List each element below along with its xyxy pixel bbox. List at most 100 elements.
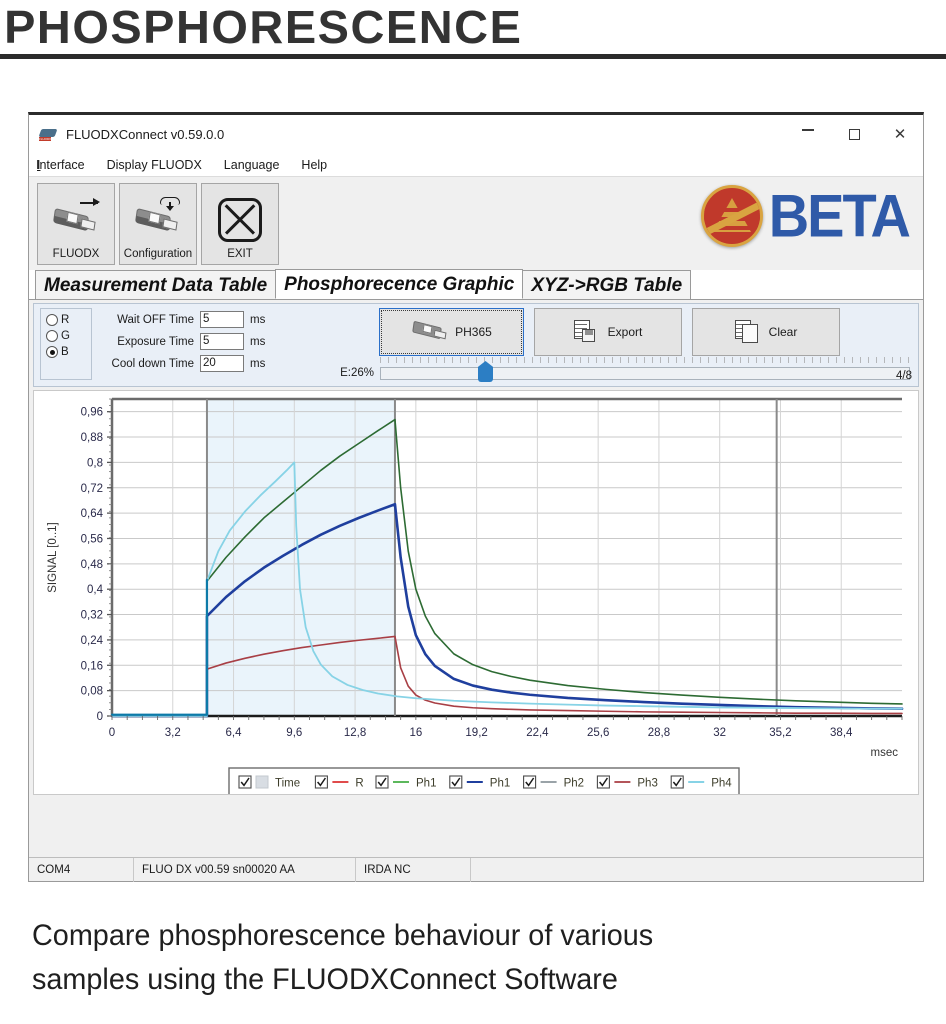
- exposure-percent-label: E:26%: [340, 367, 374, 379]
- svg-text:0: 0: [109, 727, 115, 739]
- window-title: FLUODXConnect v0.59.0.0: [66, 126, 225, 142]
- export-sheet-disk-icon: [573, 320, 600, 344]
- measurement-controls-panel: R G B Wait OFF Time 5 ms Exposure Time 5…: [33, 303, 919, 387]
- page-counter: 4/8: [896, 370, 912, 382]
- menu-item-display-fluodx[interactable]: Display FLUODX: [107, 158, 202, 172]
- minimize-icon[interactable]: [785, 115, 831, 153]
- menu-bar: IInterface Display FLUODX Language Help: [29, 153, 923, 176]
- beta-roundel-icon: [700, 185, 763, 247]
- timing-fields: Wait OFF Time 5 ms Exposure Time 5 ms Co…: [102, 308, 265, 377]
- radio-icon-selected: [46, 346, 58, 358]
- radio-icon: [46, 330, 58, 342]
- banner: PHOSPHORESCENCE: [0, 0, 946, 59]
- clear-button[interactable]: Clear: [692, 308, 840, 356]
- clear-sheet-icon: [734, 320, 761, 344]
- svg-text:Ph1: Ph1: [490, 778, 510, 790]
- channel-radio-group: R G B: [40, 308, 92, 380]
- svg-text:Ph3: Ph3: [637, 778, 657, 790]
- toolbar-button-fluodx[interactable]: FLUODX: [37, 183, 115, 265]
- figure-caption: Compare phosphorescence behaviour of var…: [32, 914, 886, 1003]
- chart-svg: 0 0,08 0,16 0,24 0,32 0,4 0,48 0,56 0,64 0,72 0,8 0…: [47, 397, 904, 794]
- field-unit: ms: [250, 313, 266, 326]
- status-cell-device: FLUO DX v00.59 sn00020 AA: [134, 857, 356, 882]
- svg-text:0,56: 0,56: [81, 533, 103, 545]
- svg-text:6,4: 6,4: [226, 727, 243, 739]
- svg-text:R: R: [355, 778, 363, 790]
- svg-text:0,32: 0,32: [81, 610, 103, 622]
- svg-text:0,96: 0,96: [81, 407, 103, 419]
- toolbar-button-label: EXIT: [227, 248, 253, 260]
- export-button-label: Export: [607, 325, 643, 339]
- radio-option-b[interactable]: B: [46, 346, 91, 358]
- tab-measurement-data-table[interactable]: Measurement Data Table: [35, 270, 277, 299]
- svg-text:0,88: 0,88: [81, 432, 103, 444]
- svg-text:Time: Time: [275, 778, 300, 790]
- cool-down-time-input[interactable]: 20: [200, 355, 244, 372]
- trackbar-thumb[interactable]: [478, 361, 493, 382]
- device-with-download-cloud-icon: [128, 194, 188, 246]
- svg-text:19,2: 19,2: [465, 727, 487, 739]
- wait-off-time-input[interactable]: 5: [200, 311, 244, 328]
- svg-text:Ph2: Ph2: [564, 778, 584, 790]
- field-unit: ms: [250, 357, 266, 370]
- tab-label: Measurement Data Table: [44, 275, 268, 296]
- action-buttons: PH365 Export Clear: [379, 308, 850, 356]
- tab-bar: Measurement Data Table Phosphorecence Gr…: [29, 269, 923, 300]
- toolbar-button-configuration[interactable]: Configuration: [119, 183, 197, 265]
- field-label: Exposure Time: [117, 335, 194, 348]
- export-button[interactable]: Export: [534, 308, 682, 356]
- tab-xyz-rgb-table[interactable]: XYZ->RGB Table: [522, 270, 692, 299]
- application-window: FLUODX FLUODXConnect v0.59.0.0 ✕ IInterf…: [28, 112, 924, 882]
- phosphorescence-chart: 0 0,08 0,16 0,24 0,32 0,4 0,48 0,56 0,64 0,72 0,8 0…: [33, 390, 919, 795]
- menu-item-interface[interactable]: IInterface: [36, 158, 85, 172]
- toolbar-button-exit[interactable]: EXIT: [201, 183, 279, 265]
- svg-text:22,4: 22,4: [526, 727, 549, 739]
- svg-text:0,24: 0,24: [81, 635, 104, 647]
- app-device-icon: FLUODX: [38, 126, 59, 142]
- svg-text:Ph1: Ph1: [416, 778, 436, 790]
- close-icon[interactable]: ✕: [877, 115, 923, 153]
- trackbar[interactable]: [380, 357, 910, 383]
- toolbar: FLUODX Configuration EXIT BETA: [29, 176, 923, 270]
- svg-text:0,8: 0,8: [87, 457, 103, 469]
- svg-text:0,72: 0,72: [81, 483, 103, 495]
- radio-icon: [46, 314, 58, 326]
- field-label: Wait OFF Time: [117, 313, 194, 326]
- field-row-cool-down-time: Cool down Time 20 ms: [102, 355, 265, 372]
- caption-line-1: Compare phosphorescence behaviour of var…: [32, 919, 654, 952]
- svg-text:38,4: 38,4: [830, 727, 853, 739]
- exposure-time-input[interactable]: 5: [200, 333, 244, 350]
- toolbar-button-label: Configuration: [123, 248, 193, 260]
- trackbar-groove: [380, 367, 910, 380]
- svg-text:32: 32: [713, 727, 726, 739]
- tab-label: Phosphorecence Graphic: [284, 274, 515, 295]
- maximize-icon[interactable]: [831, 115, 877, 153]
- svg-text:28,8: 28,8: [648, 727, 670, 739]
- toolbar-button-label: FLUODX: [52, 248, 100, 260]
- svg-text:msec: msec: [871, 747, 899, 759]
- radio-option-r[interactable]: R: [46, 314, 91, 326]
- radio-option-g[interactable]: G: [46, 330, 91, 342]
- svg-text:0,4: 0,4: [87, 584, 104, 596]
- device-icon: [411, 320, 449, 344]
- svg-text:16: 16: [409, 727, 422, 739]
- field-row-wait-off-time: Wait OFF Time 5 ms: [102, 311, 265, 328]
- ph365-button-label: PH365: [455, 325, 492, 339]
- radio-label: B: [61, 346, 69, 358]
- svg-text:0,16: 0,16: [81, 660, 103, 672]
- status-cell-port: COM4: [29, 857, 134, 882]
- clear-button-label: Clear: [768, 325, 798, 339]
- exposure-trackbar-row: E:26%: [330, 357, 910, 383]
- menu-item-help[interactable]: Help: [301, 158, 327, 172]
- menu-item-language[interactable]: Language: [224, 158, 280, 172]
- ph365-button[interactable]: PH365: [379, 308, 524, 356]
- banner-divider: [0, 54, 946, 59]
- exit-cross-icon: [210, 194, 270, 246]
- svg-text:9,6: 9,6: [286, 727, 302, 739]
- svg-text:25,6: 25,6: [587, 727, 609, 739]
- beta-logo: BETA: [700, 181, 911, 250]
- status-cell-empty: [471, 858, 923, 882]
- field-label: Cool down Time: [111, 357, 194, 370]
- beta-wordmark: BETA: [768, 181, 911, 250]
- tab-phosphorecence-graphic[interactable]: Phosphorecence Graphic: [275, 269, 524, 299]
